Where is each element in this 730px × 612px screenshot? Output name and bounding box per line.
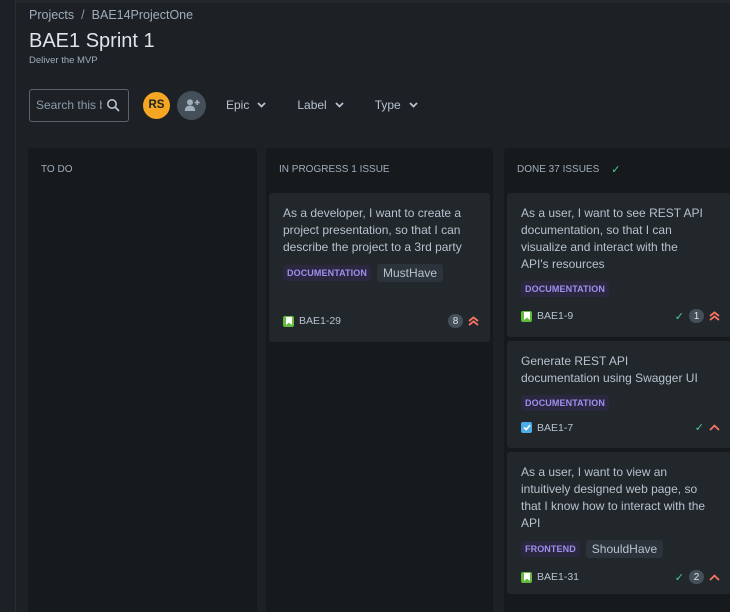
card-footer: BAE1-31 ✓ 2 xyxy=(521,570,720,584)
breadcrumb: Projects / BAE14ProjectOne xyxy=(29,8,193,22)
priority-highest-icon xyxy=(709,311,720,321)
card-labels: DOCUMENTATION xyxy=(521,281,718,297)
search-icon xyxy=(107,99,120,112)
label-filter[interactable]: Label xyxy=(297,98,344,112)
epic-lozenge: DOCUMENTATION xyxy=(521,395,609,411)
epic-lozenge: DOCUMENTATION xyxy=(283,265,371,281)
done-check-icon: ✓ xyxy=(694,422,704,434)
epic-filter-label: Epic xyxy=(226,98,250,112)
column-header: DONE 37 ISSUES ✓ xyxy=(504,148,730,191)
left-sidebar-edge xyxy=(0,0,16,612)
issue-key[interactable]: BAE1-7 xyxy=(537,422,573,434)
column-header: TO DO xyxy=(28,148,257,191)
add-people-button[interactable] xyxy=(177,90,206,120)
card-summary: As a developer, I want to create a proje… xyxy=(283,206,462,254)
card-meta: ✓ 1 xyxy=(675,309,720,323)
column-done: DONE 37 ISSUES ✓ As a user, I want to se… xyxy=(504,148,730,612)
column-in-progress: IN PROGRESS 1 ISSUE As a developer, I wa… xyxy=(266,148,493,612)
column-header: IN PROGRESS 1 ISSUE xyxy=(266,148,493,191)
story-icon xyxy=(521,310,532,322)
breadcrumb-project[interactable]: BAE14ProjectOne xyxy=(92,8,193,22)
done-check-icon: ✓ xyxy=(674,571,684,584)
label-tag: ShouldHave xyxy=(585,540,664,558)
page-title: BAE1 Sprint 1 xyxy=(29,30,155,52)
issue-card[interactable]: As a user, I want to see REST API docume… xyxy=(507,193,730,337)
issue-key[interactable]: BAE1-31 xyxy=(537,571,579,583)
search-input[interactable] xyxy=(36,98,102,112)
card-labels: FRONTEND ShouldHave xyxy=(521,540,718,558)
card-summary: As a user, I want to view an intuitively… xyxy=(521,465,706,530)
add-user-icon xyxy=(184,99,200,111)
card-summary: As a user, I want to see REST API docume… xyxy=(521,206,703,271)
search-box[interactable] xyxy=(29,88,129,122)
task-icon xyxy=(521,422,532,433)
card-meta: ✓ 2 xyxy=(675,570,720,584)
epic-filter[interactable]: Epic xyxy=(226,98,266,112)
issue-card[interactable]: As a developer, I want to create a proje… xyxy=(269,193,490,342)
done-check-icon: ✓ xyxy=(611,164,621,176)
column-title: DONE 37 ISSUES xyxy=(517,164,600,175)
story-points: 1 xyxy=(689,309,704,323)
issue-card[interactable]: As a user, I want to view an intuitively… xyxy=(507,452,730,594)
top-frame xyxy=(0,0,730,3)
issue-key[interactable]: BAE1-9 xyxy=(537,310,573,322)
story-icon xyxy=(283,315,294,327)
card-footer: BAE1-9 ✓ 1 xyxy=(521,309,720,323)
card-summary: Generate REST API documentation using Sw… xyxy=(521,354,698,385)
priority-high-icon xyxy=(709,424,720,431)
page-header: Projects / BAE14ProjectOne BAE1 Sprint 1… xyxy=(29,8,193,66)
card-labels: DOCUMENTATION xyxy=(521,395,718,411)
card-footer: BAE1-29 8 xyxy=(283,314,479,328)
type-filter[interactable]: Type xyxy=(375,98,418,112)
story-icon xyxy=(521,571,532,583)
card-labels: DOCUMENTATION MustHave xyxy=(283,264,477,282)
done-check-icon: ✓ xyxy=(674,310,684,323)
chevron-down-icon xyxy=(409,102,418,108)
story-points: 2 xyxy=(689,570,704,584)
column-todo: TO DO xyxy=(28,148,257,612)
issue-card[interactable]: Generate REST API documentation using Sw… xyxy=(507,341,730,448)
priority-high-icon xyxy=(709,573,720,581)
type-filter-label: Type xyxy=(374,98,401,112)
column-title: TO DO xyxy=(41,164,73,175)
breadcrumb-projects[interactable]: Projects xyxy=(29,8,74,22)
chevron-down-icon xyxy=(335,102,344,108)
card-meta: ✓ xyxy=(695,421,720,434)
priority-highest-icon xyxy=(468,316,479,326)
board-toolbar: RS Epic Label Type xyxy=(29,88,418,122)
column-title: IN PROGRESS 1 ISSUE xyxy=(279,164,390,175)
epic-lozenge: FRONTEND xyxy=(521,541,580,557)
user-avatar[interactable]: RS xyxy=(143,91,170,119)
card-footer: BAE1-7 ✓ xyxy=(521,421,720,434)
story-points: 8 xyxy=(448,314,463,328)
breadcrumb-separator: / xyxy=(81,8,85,22)
issue-key[interactable]: BAE1-29 xyxy=(299,315,341,327)
label-tag: MustHave xyxy=(376,264,443,282)
chevron-down-icon xyxy=(257,102,266,108)
epic-lozenge: DOCUMENTATION xyxy=(521,281,609,297)
sprint-goal: Deliver the MVP xyxy=(29,55,98,66)
card-meta: 8 xyxy=(448,314,479,328)
label-filter-label: Label xyxy=(297,98,327,112)
